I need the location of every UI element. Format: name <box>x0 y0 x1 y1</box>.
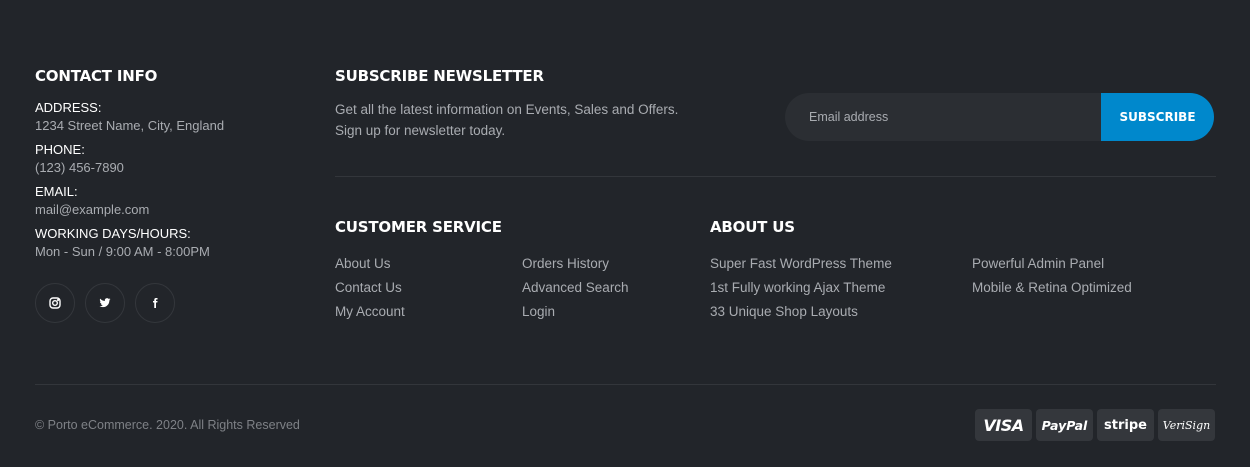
contact-list: ADDRESS: 1234 Street Name, City, England… <box>35 99 295 262</box>
about-us-links: Super Fast WordPress Theme 1st Fully wor… <box>710 252 1132 324</box>
link-column: Orders History Advanced Search Login <box>522 252 629 324</box>
phone-label: PHONE: <box>35 142 85 157</box>
link-contact-us[interactable]: Contact Us <box>335 276 522 300</box>
newsletter-text-line1: Get all the latest information on Events… <box>335 102 679 117</box>
email-input[interactable] <box>785 93 1101 141</box>
footer-divider <box>35 384 1216 385</box>
contact-info-section: CONTACT INFO ADDRESS: 1234 Street Name, … <box>35 67 295 267</box>
link-orders-history[interactable]: Orders History <box>522 252 629 276</box>
about-us-heading: ABOUT US <box>710 218 795 236</box>
newsletter-form: SUBSCRIBE <box>785 93 1214 141</box>
link-column: Super Fast WordPress Theme 1st Fully wor… <box>710 252 972 324</box>
address-value: 1234 Street Name, City, England <box>35 118 225 133</box>
link-shop-layouts[interactable]: 33 Unique Shop Layouts <box>710 300 972 324</box>
paypal-icon: PayPal <box>1036 409 1093 441</box>
verisign-icon: VeriSign <box>1158 409 1215 441</box>
visa-icon: VISA <box>975 409 1032 441</box>
phone-value: (123) 456-7890 <box>35 160 124 175</box>
link-super-fast-theme[interactable]: Super Fast WordPress Theme <box>710 252 972 276</box>
address-label: ADDRESS: <box>35 100 102 115</box>
customer-service-links: About Us Contact Us My Account Orders Hi… <box>335 252 629 324</box>
twitter-icon[interactable] <box>85 283 125 323</box>
newsletter-section: SUBSCRIBE NEWSLETTER Get all the latest … <box>335 67 1216 141</box>
copyright-text: © Porto eCommerce. 2020. All Rights Rese… <box>35 418 300 432</box>
link-admin-panel[interactable]: Powerful Admin Panel <box>972 252 1132 276</box>
link-login[interactable]: Login <box>522 300 629 324</box>
link-retina-optimized[interactable]: Mobile & Retina Optimized <box>972 276 1132 300</box>
link-column: Powerful Admin Panel Mobile & Retina Opt… <box>972 252 1132 324</box>
email-value: mail@example.com <box>35 202 150 217</box>
customer-service-section: CUSTOMER SERVICE About Us Contact Us My … <box>335 218 629 324</box>
newsletter-heading: SUBSCRIBE NEWSLETTER <box>335 67 544 85</box>
instagram-icon[interactable] <box>35 283 75 323</box>
newsletter-divider <box>335 176 1216 177</box>
contact-info-heading: CONTACT INFO <box>35 67 158 85</box>
payment-methods: VISA PayPal stripe VeriSign <box>975 409 1215 441</box>
social-links <box>35 283 175 323</box>
hours-value: Mon - Sun / 9:00 AM - 8:00PM <box>35 244 210 259</box>
link-advanced-search[interactable]: Advanced Search <box>522 276 629 300</box>
facebook-icon[interactable] <box>135 283 175 323</box>
stripe-icon: stripe <box>1097 409 1154 441</box>
customer-service-heading: CUSTOMER SERVICE <box>335 218 502 236</box>
newsletter-text-line2: Sign up for newsletter today. <box>335 123 506 138</box>
link-my-account[interactable]: My Account <box>335 300 522 324</box>
about-us-section: ABOUT US Super Fast WordPress Theme 1st … <box>710 218 1132 324</box>
email-label: EMAIL: <box>35 184 78 199</box>
link-about-us[interactable]: About Us <box>335 252 522 276</box>
newsletter-description: Get all the latest information on Events… <box>335 99 715 141</box>
link-column: About Us Contact Us My Account <box>335 252 522 324</box>
hours-label: WORKING DAYS/HOURS: <box>35 226 191 241</box>
subscribe-button[interactable]: SUBSCRIBE <box>1101 93 1214 141</box>
link-ajax-theme[interactable]: 1st Fully working Ajax Theme <box>710 276 972 300</box>
